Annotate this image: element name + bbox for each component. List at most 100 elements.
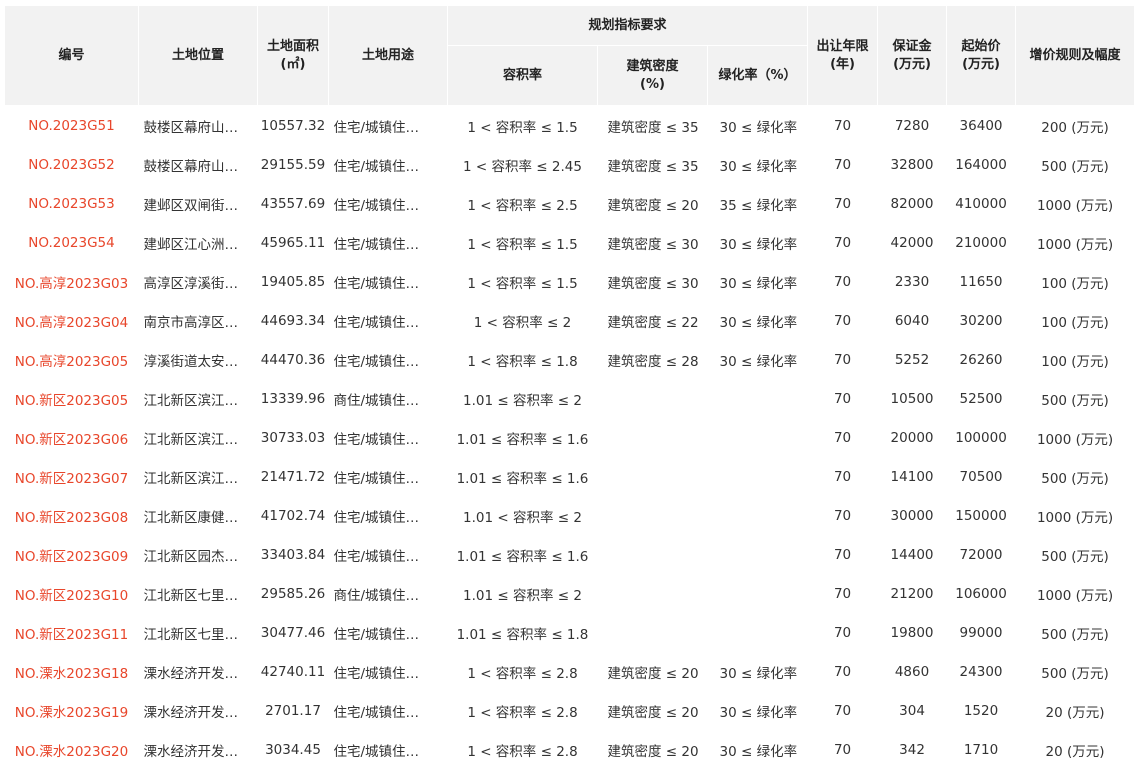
table-row: NO.新区2023G11 江北新区七里… 30477.46 住宅/城镇住… 1.01 ≤… [5, 613, 1135, 652]
land-use-cell: 住宅/城镇住… [333, 119, 420, 136]
lease-years-cell: 70 [833, 585, 852, 602]
building-density-cell: 建筑密度 ≤ 22 [607, 314, 699, 331]
deposit-cell: 32800 [890, 156, 934, 173]
greening-rate-cell [708, 418, 808, 457]
deposit-cell: 7280 [894, 117, 930, 134]
price-increment-cell: 500 (万元) [1041, 392, 1109, 409]
land-location-cell: 江北新区滨江… [143, 431, 239, 448]
plot-ratio-cell: 1 < 容积率 ≤ 2.8 [467, 665, 578, 682]
deposit-cell: 20000 [890, 429, 934, 446]
starting-price-cell: 30200 [959, 312, 1003, 329]
land-area-cell: 33403.84 [260, 546, 326, 563]
price-increment-cell: 1000 (万元) [1036, 509, 1114, 526]
land-location-cell: 江北新区园杰… [143, 548, 239, 565]
price-increment-cell: 1000 (万元) [1036, 236, 1114, 253]
lease-years-cell: 70 [833, 156, 852, 173]
price-increment-cell: 200 (万元) [1041, 119, 1109, 136]
land-code-cell: NO.溧水2023G20 [14, 743, 129, 760]
starting-price-cell: 106000 [955, 585, 1007, 602]
header-code: 编号 [4, 5, 139, 106]
table-row: NO.2023G53 建邺区双闸街… 43557.69 住宅/城镇住… 1 < 容积率 … [5, 184, 1135, 223]
greening-rate-cell [708, 379, 808, 418]
land-area-cell: 45965.11 [260, 234, 326, 251]
land-area-cell: 44693.34 [260, 312, 326, 329]
starting-price-cell: 150000 [955, 507, 1007, 524]
greening-rate-cell: 30 ≤ 绿化率 [719, 119, 798, 136]
land-code-cell: NO.高淳2023G05 [14, 353, 129, 370]
starting-price-cell: 210000 [955, 234, 1007, 251]
price-increment-cell: 100 (万元) [1041, 314, 1109, 331]
plot-ratio-cell: 1 < 容积率 ≤ 2.45 [463, 158, 582, 175]
lease-years-cell: 70 [833, 234, 852, 251]
price-increment-cell: 100 (万元) [1041, 275, 1109, 292]
starting-price-cell: 72000 [959, 546, 1003, 563]
greening-rate-cell: 30 ≤ 绿化率 [719, 314, 798, 331]
header-green: 绿化率（%） [706, 45, 809, 106]
lease-years-cell: 70 [833, 546, 852, 563]
greening-rate-cell: 30 ≤ 绿化率 [719, 353, 798, 370]
land-area-cell: 30477.46 [260, 624, 326, 641]
land-use-cell: 商住/城镇住… [333, 587, 420, 604]
starting-price-cell: 36400 [959, 117, 1003, 134]
lease-years-cell: 70 [833, 507, 852, 524]
land-location-cell: 溧水经济开发… [143, 704, 239, 721]
land-code-cell: NO.2023G54 [28, 234, 115, 251]
header-start-price-label: 起始价 (万元) [961, 38, 1001, 72]
table-row: NO.2023G52 鼓楼区幕府山… 29155.59 住宅/城镇住… 1 < 容积率 … [5, 145, 1135, 184]
starting-price-cell: 410000 [955, 195, 1007, 212]
deposit-cell: 19800 [890, 624, 934, 641]
greening-rate-cell: 30 ≤ 绿化率 [719, 236, 798, 253]
header-increment: 增价规则及幅度 [1015, 5, 1136, 106]
land-code-cell: NO.高淳2023G03 [14, 275, 129, 292]
building-density-cell: 建筑密度 ≤ 20 [607, 743, 699, 760]
price-increment-cell: 500 (万元) [1041, 158, 1109, 175]
lease-years-cell: 70 [833, 312, 852, 329]
lease-years-cell: 70 [833, 351, 852, 368]
land-code-cell: NO.高淳2023G04 [14, 314, 129, 331]
deposit-cell: 21200 [890, 585, 934, 602]
land-use-cell: 住宅/城镇住… [333, 548, 420, 565]
table-row: NO.新区2023G07 江北新区滨江… 21471.72 住宅/城镇住… 1.01 ≤… [5, 457, 1135, 496]
land-location-cell: 南京市高淳区… [143, 314, 239, 331]
land-code-cell: NO.溧水2023G19 [14, 704, 129, 721]
building-density-cell: 建筑密度 ≤ 20 [607, 665, 699, 682]
plot-ratio-cell: 1 < 容积率 ≤ 2.8 [467, 704, 578, 721]
plot-ratio-cell: 1 < 容积率 ≤ 2.5 [467, 197, 578, 214]
land-use-cell: 住宅/城镇住… [333, 626, 420, 643]
land-use-cell: 住宅/城镇住… [333, 275, 420, 292]
greening-rate-cell [708, 613, 808, 652]
starting-price-cell: 99000 [959, 624, 1003, 641]
land-use-cell: 住宅/城镇住… [333, 353, 420, 370]
land-location-cell: 鼓楼区幕府山… [143, 119, 239, 136]
greening-rate-cell: 30 ≤ 绿化率 [719, 743, 798, 760]
building-density-cell: 建筑密度 ≤ 20 [607, 197, 699, 214]
building-density-cell [598, 613, 708, 652]
table-row: NO.新区2023G09 江北新区园杰… 33403.84 住宅/城镇住… 1.01 ≤… [5, 535, 1135, 574]
land-use-cell: 商住/城镇住… [333, 392, 420, 409]
land-location-cell: 溧水经济开发… [143, 743, 239, 760]
plot-ratio-cell: 1 < 容积率 ≤ 1.5 [467, 119, 578, 136]
land-use-cell: 住宅/城镇住… [333, 158, 420, 175]
building-density-cell [598, 574, 708, 613]
plot-ratio-cell: 1.01 ≤ 容积率 ≤ 2 [463, 392, 582, 409]
greening-rate-cell: 30 ≤ 绿化率 [719, 704, 798, 721]
land-use-cell: 住宅/城镇住… [333, 743, 420, 760]
building-density-cell: 建筑密度 ≤ 20 [607, 704, 699, 721]
starting-price-cell: 100000 [955, 429, 1007, 446]
table-row: NO.溧水2023G20 溧水经济开发… 3034.45 住宅/城镇住… 1 < 容积率… [5, 730, 1135, 769]
greening-rate-cell [708, 496, 808, 535]
price-increment-cell: 1000 (万元) [1036, 431, 1114, 448]
starting-price-cell: 1520 [963, 702, 999, 719]
header-use: 土地用途 [328, 5, 448, 106]
land-location-cell: 江北新区滨江… [143, 392, 239, 409]
header-area-label: 土地面积 (㎡) [266, 38, 319, 72]
land-location-cell: 江北新区七里… [143, 626, 239, 643]
land-code-cell: NO.2023G52 [28, 156, 115, 173]
land-area-cell: 41702.74 [260, 507, 326, 524]
deposit-cell: 4860 [894, 663, 930, 680]
deposit-cell: 10500 [890, 390, 934, 407]
header-density-label: 建筑密度 (%) [626, 58, 679, 92]
deposit-cell: 6040 [894, 312, 930, 329]
land-code-cell: NO.溧水2023G18 [14, 665, 129, 682]
table-row: NO.2023G54 建邺区江心洲… 45965.11 住宅/城镇住… 1 < 容积率 … [5, 223, 1135, 262]
